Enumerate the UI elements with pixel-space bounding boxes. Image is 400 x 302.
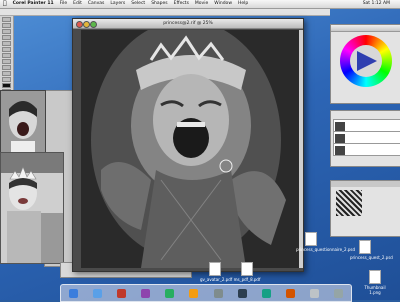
menu-edit[interactable]: Edit [73, 0, 82, 8]
menu-layers[interactable]: Layers [110, 0, 125, 8]
menu-effects[interactable]: Effects [174, 0, 189, 8]
desktop-icon-label: ms_pdf_8.pdf [233, 277, 261, 282]
color-triangle[interactable] [355, 49, 379, 73]
menu-file[interactable]: File [60, 0, 68, 8]
text-tool-icon[interactable] [2, 59, 11, 64]
brush-tool-icon[interactable] [2, 17, 11, 22]
desktop-icon-label: gv_avatar_2.pdf [200, 277, 233, 282]
desktop-icon-label: princess_questionnaire_2.psd [296, 247, 356, 252]
property-bar[interactable] [0, 9, 330, 16]
menu-app-name[interactable]: Corel Painter 11 [13, 0, 54, 8]
trash-icon[interactable] [334, 288, 344, 298]
desktop-icon[interactable]: ms_pdf_8.pdf [232, 262, 262, 282]
photoshop-icon[interactable] [261, 288, 271, 298]
eraser-tool-icon[interactable] [2, 23, 11, 28]
crop-tool-icon[interactable] [2, 53, 11, 58]
apple-menu-icon[interactable]:  [3, 0, 7, 8]
terminal-icon[interactable] [237, 288, 247, 298]
document-title: princess@2.rif @ 25% [163, 21, 213, 26]
grabber-tool-icon[interactable] [2, 71, 11, 76]
document-icon [241, 262, 253, 276]
reference-photo-tiara[interactable] [0, 152, 64, 264]
painting-artwork [81, 30, 299, 268]
shape-tool-icon[interactable] [2, 65, 11, 70]
painter-icon[interactable] [285, 288, 295, 298]
selection-tool-icon[interactable] [2, 41, 11, 46]
menu-canvas[interactable]: Canvas [88, 0, 105, 8]
document-icon [305, 232, 317, 246]
menu-window[interactable]: Window [214, 0, 232, 8]
reference-photo-tiara-image [1, 153, 63, 263]
menu-select[interactable]: Select [131, 0, 145, 8]
pattern-panel-header[interactable] [331, 181, 400, 187]
color-panel-header[interactable] [331, 25, 400, 32]
layer-row[interactable] [333, 143, 400, 156]
document-icon [359, 240, 371, 254]
layer-thumbnail [335, 145, 345, 155]
desktop-icon[interactable]: Thumbnail 1.png [360, 270, 390, 295]
main-color-swatch[interactable] [2, 83, 11, 88]
document-window: princess@2.rif @ 25% [72, 18, 304, 272]
reference-photo-laughing[interactable] [0, 90, 46, 154]
layer-thumbnail [335, 133, 345, 143]
pattern-panel [330, 180, 400, 237]
itunes-icon[interactable] [141, 288, 151, 298]
finder-icon[interactable] [68, 288, 78, 298]
calendar-icon[interactable] [116, 288, 126, 298]
desktop-icon[interactable]: princess_questionnaire_2.psd [296, 232, 355, 252]
reference-photo-laughing-image [1, 91, 45, 153]
menu-help[interactable]: Help [238, 0, 248, 8]
system-preferences-icon[interactable] [213, 288, 223, 298]
desktop-icon[interactable]: princess_quest_2.psd [350, 240, 393, 260]
dropper-tool-icon[interactable] [2, 29, 11, 34]
menu-movie[interactable]: Movie [195, 0, 208, 8]
mail-icon[interactable] [189, 288, 199, 298]
paint-bucket-tool-icon[interactable] [2, 35, 11, 40]
menu-clock[interactable]: Sat 1:12 AM [363, 0, 390, 8]
layer-thumbnail [335, 121, 345, 131]
layers-panel [330, 110, 400, 167]
lasso-tool-icon[interactable] [2, 47, 11, 52]
document-icon [369, 270, 381, 284]
safari-icon[interactable] [92, 288, 102, 298]
document-icon [209, 262, 221, 276]
messages-icon[interactable] [165, 288, 175, 298]
menu-shapes[interactable]: Shapes [151, 0, 167, 8]
desktop-icon[interactable]: gv_avatar_2.pdf [200, 262, 233, 282]
magnifier-tool-icon[interactable] [2, 77, 11, 82]
painting-canvas[interactable] [81, 30, 299, 268]
menu-bar:  Corel Painter 11 File Edit Canvas Laye… [0, 0, 400, 9]
downloads-icon[interactable] [310, 288, 320, 298]
desktop-icon-label: princess_quest_2.psd [350, 255, 393, 260]
color-panel [330, 24, 400, 104]
dock [60, 284, 352, 302]
desktop-icon-label: Thumbnail 1.png [364, 285, 386, 295]
pattern-swatch[interactable] [336, 190, 362, 216]
